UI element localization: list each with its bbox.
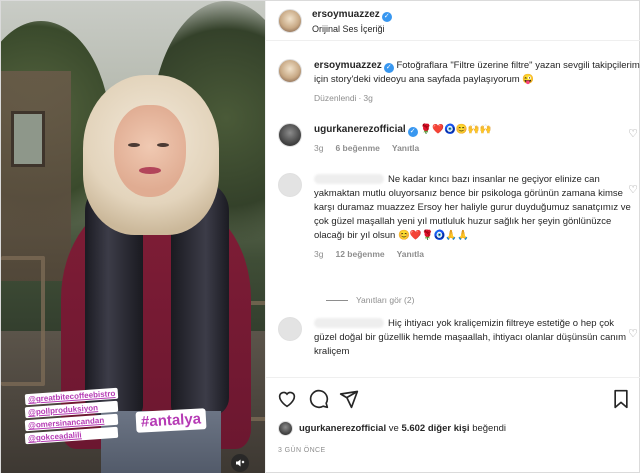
house-window [11,111,45,167]
reply-button[interactable]: Yanıtla [397,247,424,261]
verified-icon: ✓ [407,127,418,137]
comment-username-redacted [314,318,384,329]
liker-username[interactable]: ugurkanerezofficial [299,423,386,434]
likes-suffix: beğendi [472,423,507,434]
audio-label[interactable]: Orijinal Ses İçeriği [312,22,392,36]
comment-item: Hiç ihtiyacı yok kraliçemizin filtreye e… [278,317,640,359]
avatar[interactable] [278,123,302,147]
comment-likes[interactable]: 6 beğenme [335,141,379,155]
person-eye-right [157,143,169,147]
comment-text: 🌹❤️🧿😊🙌🙌 [420,124,492,135]
comment-username[interactable]: ugurkanerezofficial [314,124,406,135]
chair-left [1,256,45,386]
avatar[interactable] [278,8,302,33]
person-face [114,105,186,197]
comment-age[interactable]: 3g [314,141,323,155]
post-header: ersoymuazzez ✓ Orijinal Ses İçeriği [266,1,640,41]
comment-meta: 3g 6 beğenme Yanıtla [314,141,634,155]
author-username[interactable]: ersoymuazzez [312,9,380,20]
hashtag-sticker[interactable]: #antalya [135,408,207,433]
comment-item: Ne kadar kıncı bazı insanlar ne geçiyor … [278,173,640,261]
avatar[interactable] [278,173,302,197]
comment-item: ugurkanerezofficial ✓ 🌹❤️🧿😊🙌🙌 3g 6 beğenm… [278,123,640,155]
bookmark-icon[interactable] [610,388,632,410]
likes-summary: ugurkanerezofficial ve 5.602 diğer kişi … [278,421,506,436]
comment-likes[interactable]: 12 beğenme [335,247,384,261]
comment-icon[interactable] [308,388,330,410]
comment-meta: 3g 12 beğenme Yanıtla [314,247,634,261]
comment-age[interactable]: 3g [314,247,323,261]
heart-icon[interactable]: ♡ [628,327,638,340]
avatar[interactable] [278,59,302,83]
post-side-panel: ersoymuazzez ✓ Orijinal Ses İçeriği ersoy… [265,1,640,473]
house-wall [1,71,71,281]
post-timestamp[interactable]: 3 GÜN ÖNCE [278,447,326,454]
volume-icon[interactable] [231,454,249,472]
reply-button[interactable]: Yanıtla [392,141,419,155]
share-icon[interactable] [338,388,360,410]
avatar[interactable] [278,317,302,341]
heart-icon[interactable]: ♡ [628,183,638,196]
replies-line [326,299,348,301]
comments-list: ersoymuazzez ✓ Fotoğraflara "Filtre üzeri… [266,41,640,377]
avatar[interactable] [278,421,293,436]
action-bar [266,377,640,423]
caption-edited: Düzenlendi [314,93,357,103]
person-lips [139,167,161,174]
verified-icon: ✓ [383,63,394,73]
comment-text: Ne kadar kıncı bazı insanlar ne geçiyor … [314,174,631,241]
post-dialog: @greatbitecoffeebistro @pollproduksiyon … [0,0,640,473]
caption-meta: Düzenlendi · 3g [314,93,373,103]
likes-connector: ve [388,423,399,434]
likes-count[interactable]: 5.602 diğer kişi [401,423,469,434]
person-eye-left [128,143,140,147]
mention-tags: @greatbitecoffeebistro @pollproduksiyon … [24,387,119,445]
view-replies-label: Yanıtları gör (2) [356,295,415,305]
caption-username[interactable]: ersoymuazzez [314,60,382,71]
heart-icon[interactable]: ♡ [628,127,638,140]
verified-icon: ✓ [381,11,392,22]
comment-username-redacted [314,174,384,185]
post-video[interactable]: @greatbitecoffeebistro @pollproduksiyon … [1,1,265,473]
heart-icon[interactable] [276,388,298,410]
caption-age: 3g [363,93,373,103]
view-replies-button[interactable]: Yanıtları gör (2) [326,295,414,305]
caption: ersoymuazzez ✓ Fotoğraflara "Filtre üzeri… [278,59,640,105]
